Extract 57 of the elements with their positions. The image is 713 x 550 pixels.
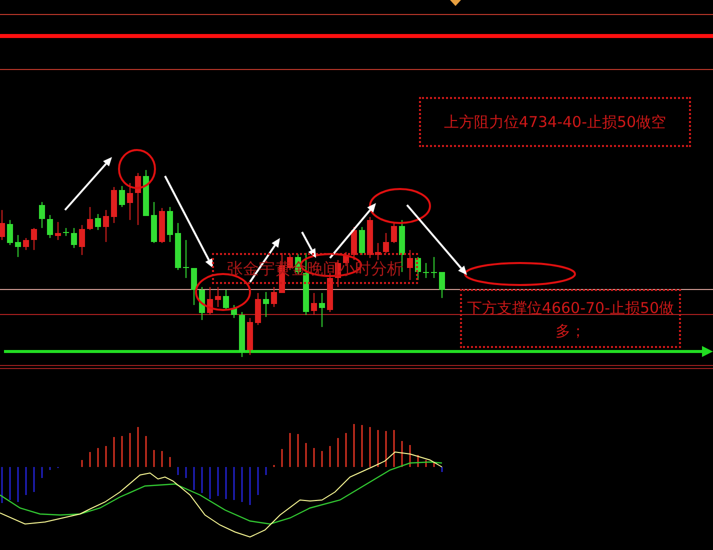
arrow	[64, 157, 112, 211]
candlestick	[247, 318, 253, 356]
candlestick	[239, 312, 245, 358]
candlestick	[351, 226, 357, 260]
support-note: 下方支撑位4660-70-止损50做多；	[460, 289, 681, 348]
candlestick	[15, 234, 21, 258]
candlestick	[231, 304, 237, 318]
candlestick	[63, 228, 69, 236]
candlestick	[31, 228, 37, 250]
candlestick	[79, 224, 85, 256]
candlestick	[175, 222, 181, 270]
highlight-ellipse	[369, 188, 431, 224]
candlestick	[319, 292, 325, 328]
candlestick	[207, 286, 213, 316]
candlestick	[87, 206, 93, 230]
candlestick	[311, 292, 317, 316]
candlestick	[95, 214, 101, 230]
highlight-ellipse	[118, 149, 156, 189]
candlestick	[111, 186, 117, 224]
candlestick	[407, 250, 413, 280]
candlestick	[151, 202, 157, 244]
candlestick	[255, 292, 261, 326]
arrow	[406, 204, 467, 275]
candlestick	[415, 256, 421, 280]
candlestick	[223, 290, 229, 310]
candlestick	[423, 262, 429, 278]
candlestick	[431, 256, 437, 278]
candlestick	[119, 186, 125, 208]
candlestick	[367, 216, 373, 258]
candlestick	[359, 226, 365, 256]
candlestick	[39, 202, 45, 228]
candlestick	[199, 286, 205, 320]
candlestick	[439, 272, 445, 298]
resistance-note: 上方阻力位4734-40-止损50做空	[419, 97, 691, 147]
arrow	[301, 232, 316, 258]
candlestick	[383, 232, 389, 254]
candlestick	[215, 286, 221, 308]
candlestick	[7, 220, 13, 246]
arrow	[329, 203, 376, 259]
candlestick	[103, 210, 109, 242]
candlestick	[23, 238, 29, 250]
candlestick	[375, 242, 381, 260]
candlestick	[135, 172, 141, 226]
candlestick	[0, 210, 5, 240]
candlestick	[167, 206, 173, 242]
candlestick	[191, 268, 197, 306]
triangle-marker-icon	[450, 0, 461, 6]
candlestick	[143, 170, 149, 216]
candlestick	[127, 182, 133, 220]
candlestick	[47, 214, 53, 238]
candlestick	[183, 240, 189, 278]
candlestick	[271, 286, 277, 308]
candlestick	[391, 222, 397, 244]
candlestick	[263, 292, 269, 318]
candlestick	[71, 228, 77, 248]
candlestick	[55, 222, 61, 240]
candlestick	[159, 208, 165, 244]
